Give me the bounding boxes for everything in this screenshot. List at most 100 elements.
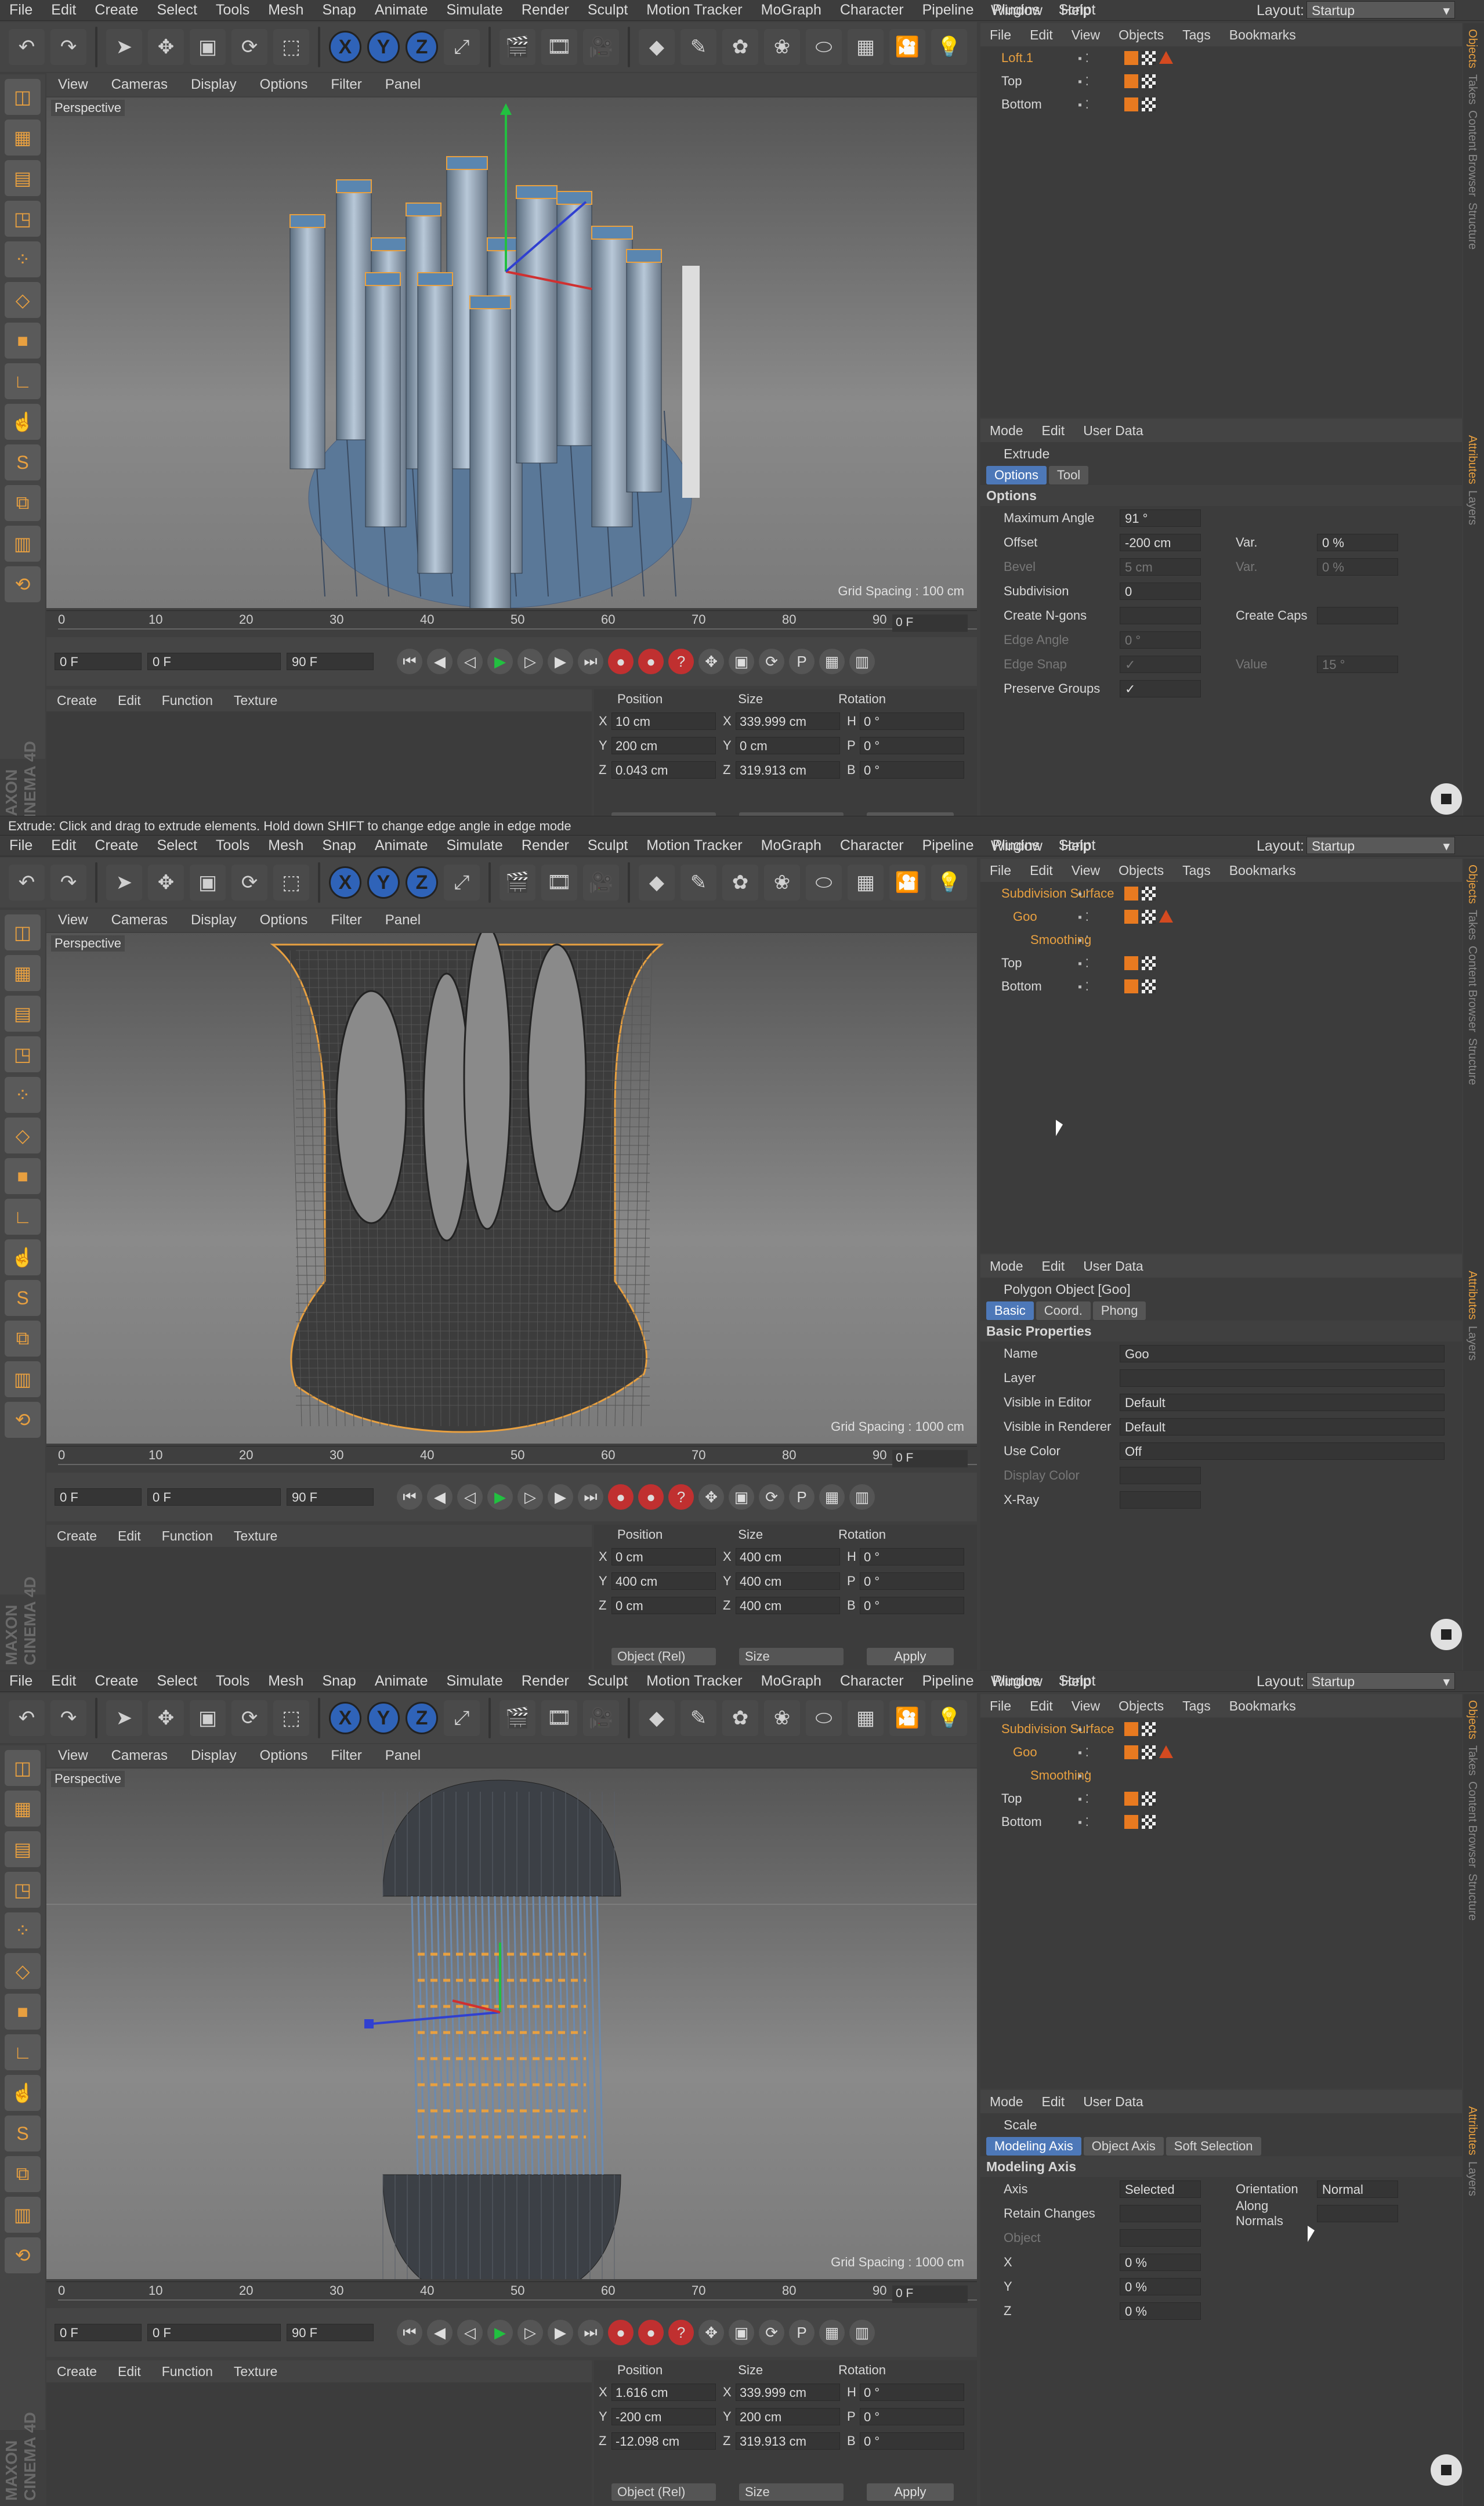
material-menu-function[interactable]: Function xyxy=(151,2364,223,2380)
viewport-menu-display[interactable]: Display xyxy=(179,1748,248,1764)
tweak-icon[interactable]: ☝ xyxy=(5,1239,41,1275)
menu-mograph[interactable]: MoGraph xyxy=(752,2,831,19)
attribute-menu-mode[interactable]: Mode xyxy=(980,423,1033,439)
menu-render[interactable]: Render xyxy=(512,1673,578,1690)
goto-end-icon[interactable]: ⏭ xyxy=(578,649,603,674)
side-tab-content-browser[interactable]: Content Browser xyxy=(1465,110,1479,197)
scale-icon[interactable]: ▣ xyxy=(190,1700,226,1736)
object-visibility-dots[interactable]: ▪ ⁚ xyxy=(1078,956,1089,971)
attr-tab[interactable]: Modeling Axis xyxy=(986,2137,1081,2156)
object-row[interactable]: Subdivision Surface ▪ ⁚ xyxy=(980,882,1462,905)
object-visibility-dots[interactable]: ▪ ⁚ xyxy=(1078,979,1089,994)
subdivision-icon[interactable]: ✿ xyxy=(722,865,758,901)
timeline-window-icon[interactable]: ▥ xyxy=(849,2320,875,2345)
object-row[interactable]: Goo ▪ ⁚ xyxy=(980,905,1462,928)
deformer-icon[interactable]: ⬭ xyxy=(806,1700,842,1736)
help-key-icon[interactable]: ? xyxy=(668,2320,694,2345)
render-settings-icon[interactable]: 🎥 xyxy=(583,865,619,901)
object-menu-edit[interactable]: Edit xyxy=(1020,1698,1062,1714)
material-menu-edit[interactable]: Edit xyxy=(107,2364,151,2380)
goto-end-icon[interactable]: ⏭ xyxy=(578,1484,603,1510)
redo-icon[interactable]: ↷ xyxy=(50,1700,86,1736)
help-key-icon[interactable]: ? xyxy=(668,1484,694,1510)
coord-field-x-0[interactable]: 0 cm xyxy=(611,1548,716,1565)
side-tab-takes[interactable]: Takes xyxy=(1465,74,1479,104)
rotate-key-icon[interactable]: ⟳ xyxy=(759,1484,784,1510)
x-axis-icon[interactable]: X xyxy=(329,31,361,63)
side-tab-objects[interactable]: Objects xyxy=(1465,1700,1479,1740)
menu-pipeline[interactable]: Pipeline xyxy=(913,1673,983,1690)
live-select-icon[interactable]: ➤ xyxy=(106,865,142,901)
menu-animate[interactable]: Animate xyxy=(365,837,437,854)
menu-edit[interactable]: Edit xyxy=(42,837,85,854)
attr-field[interactable] xyxy=(1120,1467,1201,1484)
checker-tag-icon[interactable] xyxy=(1142,910,1156,924)
object-menu-view[interactable]: View xyxy=(1062,27,1109,43)
checker-tag-icon[interactable] xyxy=(1142,956,1156,970)
object-row[interactable]: Bottom ▪ ⁚ xyxy=(980,1810,1462,1834)
menu-mesh[interactable]: Mesh xyxy=(259,1673,313,1690)
pla-key-icon[interactable]: ▦ xyxy=(819,649,845,674)
material-menu-create[interactable]: Create xyxy=(46,2364,107,2380)
menu-snap[interactable]: Snap xyxy=(313,837,365,854)
checker-tag-icon[interactable] xyxy=(1142,1745,1156,1759)
prev-frame-icon[interactable]: ◁ xyxy=(457,1484,483,1510)
menu-animate[interactable]: Animate xyxy=(365,2,437,19)
coord-field-y-2[interactable]: 0 ° xyxy=(860,2408,964,2425)
coord-field-x-1[interactable]: 339.999 cm xyxy=(736,713,840,730)
material-menu-texture[interactable]: Texture xyxy=(223,693,288,708)
viewport-menu-panel[interactable]: Panel xyxy=(374,77,432,93)
min-frame-field[interactable]: 0 F xyxy=(147,653,281,670)
viewport[interactable]: Perspective Grid Spacing : 1000 cm xyxy=(46,1769,977,2279)
menu-motion-tracker[interactable]: Motion Tracker xyxy=(637,837,751,854)
viewport-menu-display[interactable]: Display xyxy=(179,77,248,93)
cube-icon[interactable]: ◆ xyxy=(639,29,675,65)
attr-field-2[interactable]: 15 ° xyxy=(1317,656,1398,673)
material-tag-icon[interactable] xyxy=(1124,887,1138,901)
checker-tag-icon[interactable] xyxy=(1142,74,1156,88)
menu-file[interactable]: File xyxy=(0,1673,42,1690)
layout-dropdown[interactable]: Startup xyxy=(1306,1,1455,19)
z-axis-icon[interactable]: Z xyxy=(406,866,438,899)
render-view-icon[interactable]: 🎬 xyxy=(500,29,535,65)
material-menu-texture[interactable]: Texture xyxy=(223,2364,288,2380)
attr-field[interactable] xyxy=(1120,2205,1201,2222)
scale-key-icon[interactable]: ▣ xyxy=(729,1484,754,1510)
coord-field-x-1[interactable]: 339.999 cm xyxy=(736,2384,840,2401)
object-row[interactable]: Top ▪ ⁚ xyxy=(980,952,1462,975)
object-row[interactable]: Subdivision Surface ▪ ⁚ xyxy=(980,1717,1462,1741)
menu-window[interactable]: Window xyxy=(982,2,1052,19)
live-select-icon[interactable]: ➤ xyxy=(106,29,142,65)
pen-icon[interactable]: ✎ xyxy=(681,865,716,901)
material-tag-icon[interactable] xyxy=(1124,956,1138,970)
menu-sculpt[interactable]: Sculpt xyxy=(578,2,637,19)
side-tab-structure[interactable]: Structure xyxy=(1465,1038,1479,1085)
end-frame-field[interactable]: 90 F xyxy=(287,2324,374,2341)
y-axis-icon[interactable]: Y xyxy=(367,866,400,899)
menu-animate[interactable]: Animate xyxy=(365,1673,437,1690)
solo-icon[interactable]: S xyxy=(5,444,41,480)
side-tab-layers[interactable]: Layers xyxy=(1465,490,1479,525)
side-tab-takes[interactable]: Takes xyxy=(1465,1745,1479,1775)
deformer-icon[interactable]: ⬭ xyxy=(806,865,842,901)
timeline[interactable]: 0 10 20 30 40 50 60 70 80 90 0 F xyxy=(46,610,977,635)
prev-key-icon[interactable]: ◀ xyxy=(427,649,453,674)
object-row[interactable]: Bottom ▪ ⁚ xyxy=(980,975,1462,998)
timeline-window-icon[interactable]: ▥ xyxy=(849,1484,875,1510)
render-picture-icon[interactable]: 🎞 xyxy=(541,29,577,65)
scale-key-icon[interactable]: ▣ xyxy=(729,2320,754,2345)
attr-field-2[interactable]: 0 % xyxy=(1317,558,1398,576)
model-mode-icon[interactable]: ▦ xyxy=(5,955,41,991)
planar-workplane-icon[interactable]: ⟲ xyxy=(5,566,41,602)
side-tab-layers[interactable]: Layers xyxy=(1465,2161,1479,2196)
attr-field[interactable] xyxy=(1120,1491,1201,1509)
y-axis-icon[interactable]: Y xyxy=(367,31,400,63)
render-view-icon[interactable]: 🎬 xyxy=(500,1700,535,1736)
viewport-menu-display[interactable]: Display xyxy=(179,912,248,928)
deformer-icon[interactable]: ⬭ xyxy=(806,29,842,65)
rotate-icon[interactable]: ⟳ xyxy=(231,865,267,901)
render-view-icon[interactable]: 🎬 xyxy=(500,865,535,901)
coord-field-y-2[interactable]: 0 ° xyxy=(860,737,964,754)
texture-mode-icon[interactable]: ▤ xyxy=(5,1831,41,1867)
snap-icon[interactable]: ⧉ xyxy=(5,1321,41,1357)
